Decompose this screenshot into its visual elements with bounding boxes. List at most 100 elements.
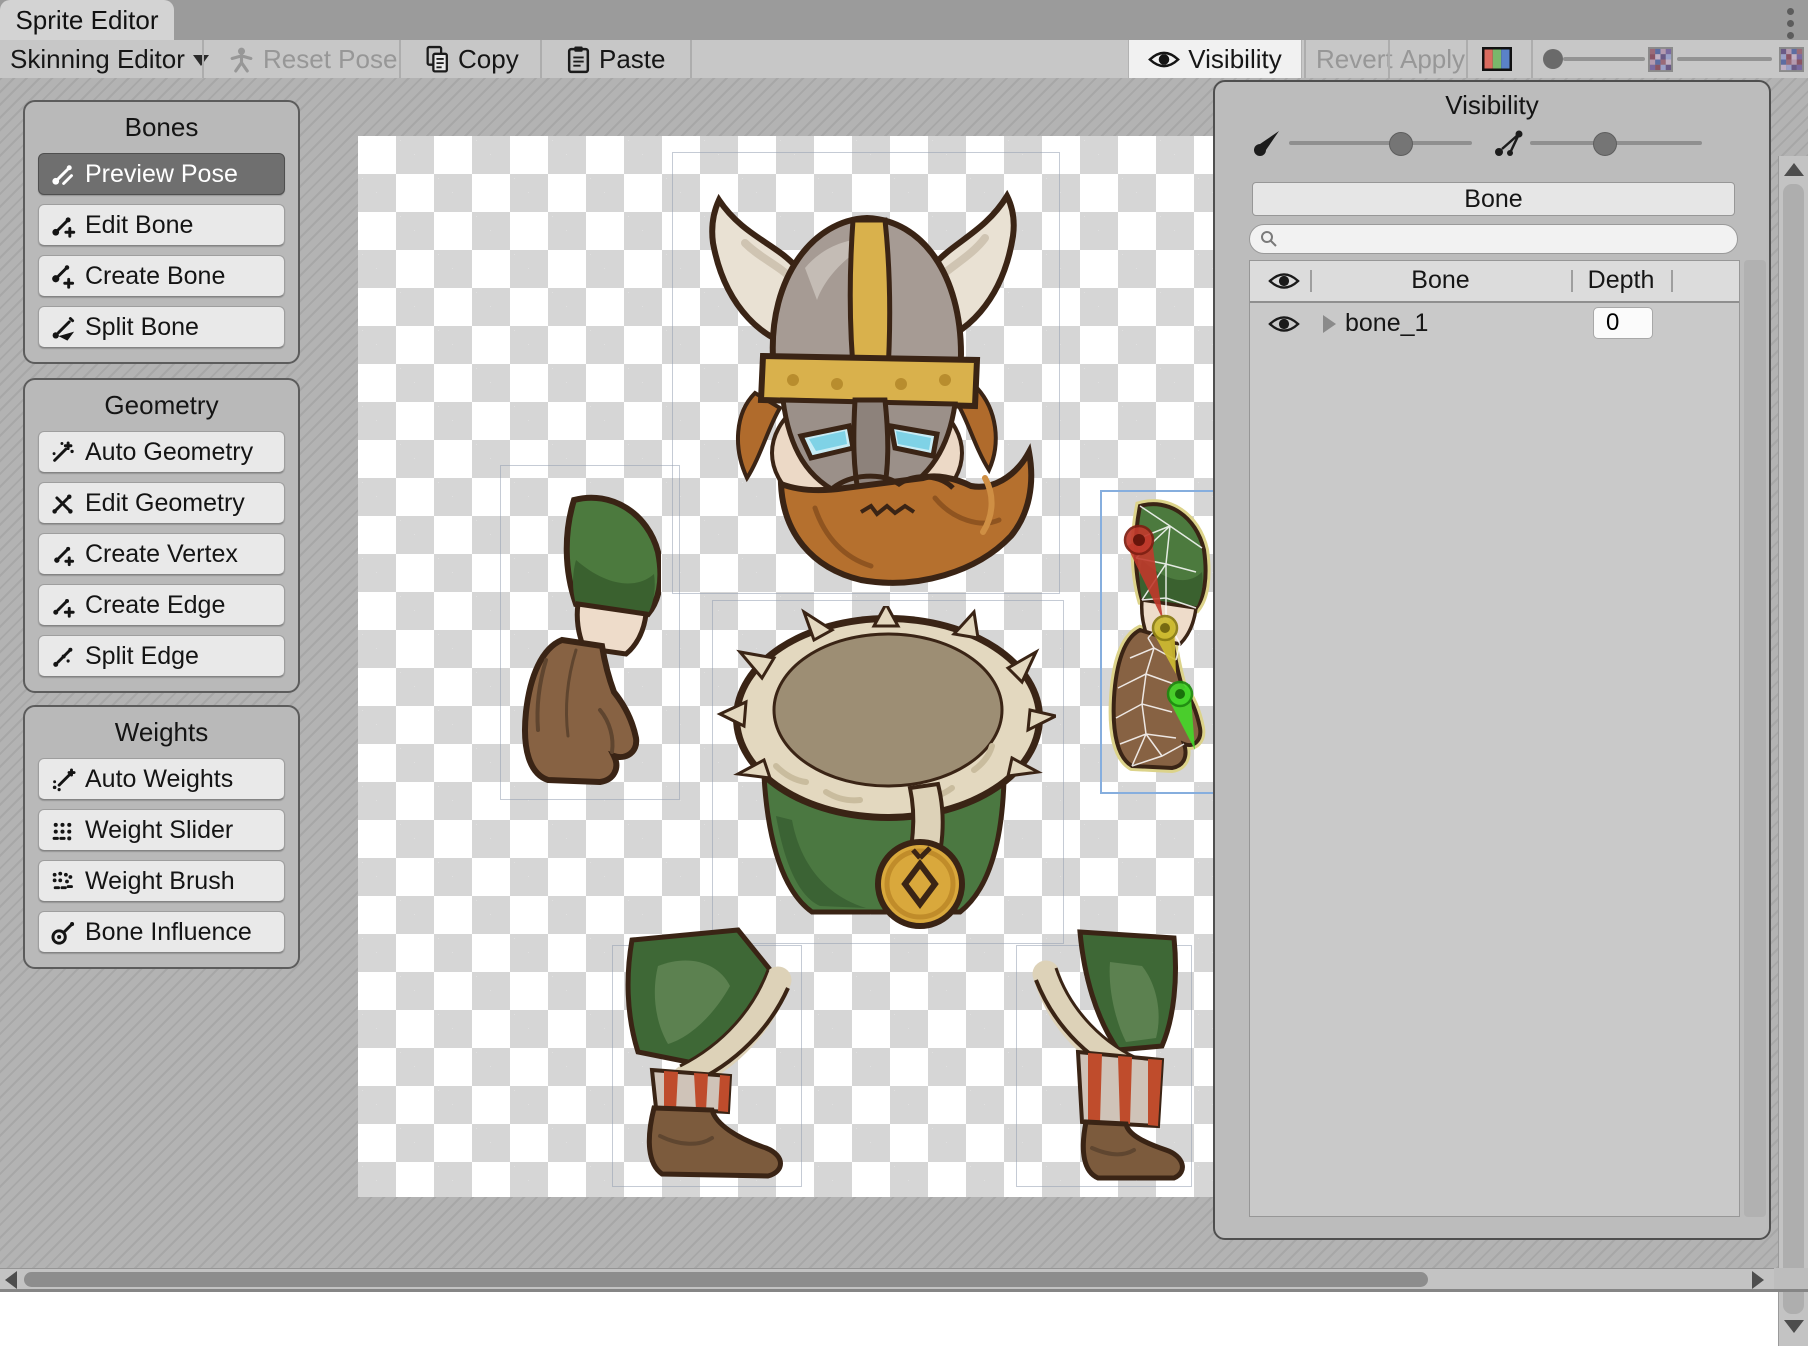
bone-influence-label: Bone Influence <box>85 918 252 947</box>
panel-scrollbar-track[interactable] <box>1744 260 1766 1217</box>
create-bone-icon <box>49 263 76 290</box>
reset-pose-button[interactable]: Reset Pose <box>228 40 397 78</box>
skinning-editor-dropdown[interactable]: Skinning Editor <box>10 40 209 78</box>
copy-button[interactable]: Copy <box>425 40 519 78</box>
create-vertex-button[interactable]: Create Vertex <box>38 533 285 575</box>
sprite-arm-skinned[interactable] <box>1106 498 1211 788</box>
toolbar-divider <box>1304 40 1306 78</box>
create-edge-button[interactable]: Create Edge <box>38 584 285 626</box>
bone-category-label: Bone <box>1464 185 1522 214</box>
split-bone-button[interactable]: Split Bone <box>38 306 285 348</box>
expand-arrow-icon[interactable] <box>1323 315 1336 333</box>
bone-list-header: Bone Depth <box>1250 261 1739 303</box>
depth-column-header[interactable]: Depth <box>1571 266 1671 295</box>
split-edge-icon <box>49 643 76 670</box>
copy-label: Copy <box>458 44 519 75</box>
visibility-column-eye-icon[interactable] <box>1268 270 1300 292</box>
weight-slider-label: Weight Slider <box>85 816 233 845</box>
revert-button[interactable]: Revert <box>1316 40 1393 78</box>
create-vertex-icon <box>49 541 76 568</box>
sprite-canvas[interactable] <box>358 136 1213 1197</box>
horizontal-scrollbar[interactable] <box>0 1268 1774 1290</box>
scroll-down-arrow[interactable] <box>1784 1320 1804 1333</box>
sprite-leg-left[interactable] <box>618 926 793 1181</box>
bone-row[interactable]: bone_1 <box>1250 303 1739 345</box>
sprite-opacity-slider[interactable] <box>1563 57 1645 61</box>
bones-panel: Bones Preview Pose Edit Bone Create Bone <box>23 100 300 364</box>
toolbar-divider <box>1531 40 1533 78</box>
bone-visibility-eye-icon[interactable] <box>1268 313 1300 335</box>
bone-category-button[interactable]: Bone <box>1252 182 1735 216</box>
toolbar: Skinning Editor Reset Pose Copy <box>0 40 1808 79</box>
visibility-toggle-button[interactable]: Visibility <box>1128 40 1302 78</box>
auto-weights-button[interactable]: Auto Weights <box>38 758 285 800</box>
toolbar-divider <box>399 40 401 78</box>
sprite-torso[interactable] <box>716 606 1056 936</box>
scroll-up-arrow[interactable] <box>1784 163 1804 176</box>
bone-search-field[interactable] <box>1249 224 1738 254</box>
bone-opacity-slider[interactable] <box>1289 141 1472 145</box>
edit-geometry-button[interactable]: Edit Geometry <box>38 482 285 524</box>
visibility-label: Visibility <box>1188 44 1281 75</box>
paste-button[interactable]: Paste <box>566 40 666 78</box>
edit-bone-button[interactable]: Edit Bone <box>38 204 285 246</box>
auto-geometry-label: Auto Geometry <box>85 438 253 467</box>
rgb-swatch-icon <box>1482 47 1512 71</box>
sprite-color-swatch-button[interactable] <box>1482 40 1512 78</box>
horizontal-scrollbar-thumb[interactable] <box>24 1272 1428 1287</box>
auto-geometry-button[interactable]: Auto Geometry <box>38 431 285 473</box>
auto-weights-icon <box>49 766 76 793</box>
depth-input[interactable] <box>1593 307 1653 339</box>
bone-influence-button[interactable]: Bone Influence <box>38 911 285 953</box>
split-edge-label: Split Edge <box>85 642 199 671</box>
editor-main-area: Bones Preview Pose Edit Bone Create Bone <box>0 78 1808 1268</box>
auto-weights-label: Auto Weights <box>85 765 233 794</box>
sprite-leg-right[interactable] <box>1022 926 1187 1181</box>
vertical-scrollbar[interactable] <box>1778 156 1808 1346</box>
scroll-right-arrow[interactable] <box>1752 1271 1764 1289</box>
bones-panel-title: Bones <box>38 112 285 143</box>
bone-column-header[interactable]: Bone <box>1310 266 1571 295</box>
weight-slider-icon <box>49 817 76 844</box>
sprite-arm[interactable] <box>516 490 661 785</box>
paste-label: Paste <box>599 44 666 75</box>
weight-brush-button[interactable]: Weight Brush <box>38 860 285 902</box>
create-vertex-label: Create Vertex <box>85 540 238 569</box>
create-bone-button[interactable]: Create Bone <box>38 255 285 297</box>
split-edge-button[interactable]: Split Edge <box>38 635 285 677</box>
vertical-scrollbar-thumb[interactable] <box>1783 184 1804 1314</box>
reset-pose-label: Reset Pose <box>263 44 397 75</box>
tab-sprite-editor[interactable]: Sprite Editor <box>0 0 174 40</box>
bone-name[interactable]: bone_1 <box>1345 309 1428 338</box>
split-bone-label: Split Bone <box>85 313 199 342</box>
edit-geometry-label: Edit Geometry <box>85 489 245 518</box>
preview-pose-button[interactable]: Preview Pose <box>38 153 285 195</box>
weight-brush-label: Weight Brush <box>85 867 235 896</box>
create-edge-icon <box>49 592 76 619</box>
create-edge-label: Create Edge <box>85 591 225 620</box>
mesh-opacity-knob[interactable] <box>1593 132 1617 156</box>
header-divider <box>1671 270 1673 292</box>
texture-pattern-icon[interactable] <box>1779 47 1804 72</box>
mode-dropdown-label: Skinning Editor <box>10 44 185 75</box>
geometry-panel-title: Geometry <box>38 390 285 421</box>
toolbar-divider <box>1466 40 1468 78</box>
edit-bone-icon <box>49 212 76 239</box>
texture-pattern-icon[interactable] <box>1648 47 1673 72</box>
scroll-left-arrow[interactable] <box>5 1271 17 1289</box>
kebab-menu-icon[interactable] <box>1783 6 1797 40</box>
sprite-opacity-slider-knob[interactable] <box>1543 49 1563 69</box>
bone-filled-icon <box>1252 128 1282 158</box>
weight-slider-button[interactable]: Weight Slider <box>38 809 285 851</box>
bone-list: Bone Depth bone_1 <box>1249 260 1740 1217</box>
apply-button[interactable]: Apply <box>1400 40 1465 78</box>
geometry-panel: Geometry Auto Geometry Edit Geometry Cre… <box>23 378 300 693</box>
bone-influence-icon <box>49 919 76 946</box>
bone-opacity-knob[interactable] <box>1389 132 1413 156</box>
weights-panel-title: Weights <box>38 717 285 748</box>
tab-title: Sprite Editor <box>15 5 158 36</box>
sprite-head[interactable] <box>685 148 1045 588</box>
search-input[interactable] <box>1284 225 1727 253</box>
sprite-editor-window: Sprite Editor Skinning Editor Reset Pose… <box>0 0 1808 1292</box>
mesh-opacity-slider[interactable] <box>1677 57 1772 61</box>
